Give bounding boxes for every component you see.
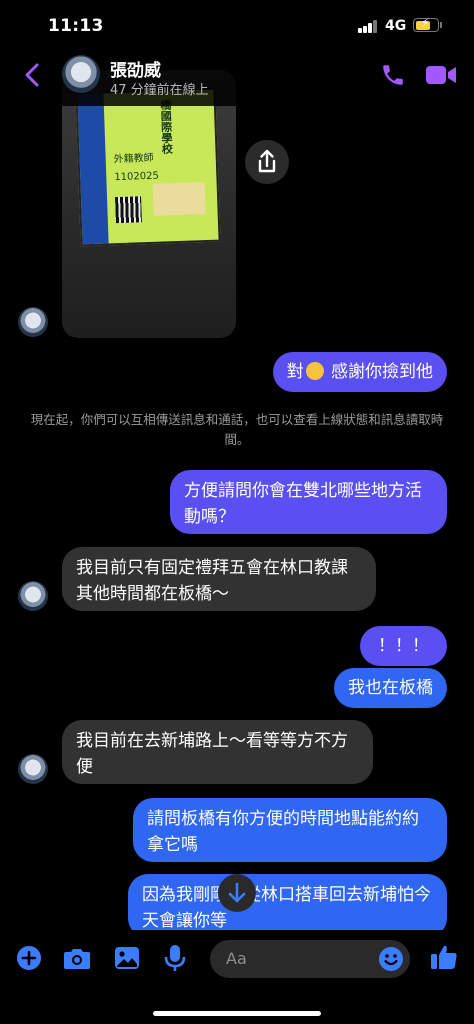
pleading-face-icon [305, 362, 324, 380]
card-text-1: 外籍教師 [113, 152, 154, 166]
share-button[interactable] [245, 140, 289, 184]
presence-status: 47 分鐘前在線上 [110, 83, 209, 98]
message-text: 感謝你撿到他 [325, 362, 433, 382]
message-text: 我也在板橋 [348, 678, 433, 698]
incoming-message[interactable]: 我目前只有固定禮拜五會在林口教課 其他時間都在板橋～ [62, 547, 376, 611]
contact-avatar[interactable] [18, 581, 48, 611]
contact-name[interactable]: 張劭威 [110, 56, 161, 81]
video-camera-icon [426, 66, 456, 84]
outgoing-message[interactable]: 因為我剛剛也從林口搭車回去新埔怕今天會讓你等 [128, 874, 447, 938]
outgoing-message[interactable]: 方便請問你會在雙北哪些地方活動嗎？ [170, 470, 447, 534]
message-text: 請問板橋有你方便的時間地點能約約拿它嗎 [147, 809, 419, 855]
voice-call-button[interactable] [380, 62, 406, 88]
composer-bar: Aa [0, 930, 474, 1024]
id-card-image: 外籍教師 橋國際學校 1102025 [75, 87, 221, 247]
card-portrait [152, 182, 206, 216]
message-text: 我目前在去新埔路上～看等等方不方便 [76, 731, 348, 777]
outgoing-message[interactable]: 我也在板橋 [334, 668, 447, 708]
battery-icon: ⚡ [413, 16, 439, 32]
contact-avatar[interactable] [18, 307, 48, 337]
message-text: ！！！ [378, 636, 429, 656]
photo-gallery-icon[interactable] [114, 946, 140, 970]
home-indicator [153, 1011, 321, 1016]
outgoing-message[interactable]: 請問板橋有你方便的時間地點能約約拿它嗎 [133, 798, 447, 862]
message-input[interactable]: Aa [210, 940, 410, 978]
microphone-icon[interactable] [164, 944, 186, 972]
message-text: 我目前只有固定禮拜五會在林口教課 其他時間都在板橋～ [76, 558, 348, 604]
connection-notice: 現在起，你們可以互相傳送訊息和通話，也可以查看上線狀態和訊息讀取時間。 [30, 412, 444, 447]
video-call-button[interactable] [425, 63, 457, 87]
outgoing-message[interactable]: 對 感謝你撿到他 [272, 352, 447, 392]
arrow-down-icon [228, 882, 246, 903]
photo-message[interactable]: 外籍教師 橋國際學校 1102025 [62, 70, 236, 338]
thumbs-up-icon[interactable] [430, 943, 458, 971]
emoji-icon[interactable] [378, 946, 404, 972]
qr-code [115, 196, 142, 224]
back-button[interactable] [22, 62, 44, 88]
message-text: 方便請問你會在雙北哪些地方活動嗎？ [184, 481, 422, 527]
message-text: 因為我剛剛也從林口搭車回去新埔怕今天會讓你等 [142, 885, 431, 931]
share-icon [258, 149, 276, 173]
message-text: 對 [286, 362, 304, 382]
network-label: 4G [385, 18, 407, 34]
chat-header: 張劭威 47 分鐘前在線上 [0, 46, 474, 106]
header-avatar[interactable] [62, 55, 100, 93]
scroll-to-bottom-button[interactable] [218, 874, 256, 912]
message-input-placeholder: Aa [226, 949, 247, 968]
plus-circle-icon[interactable] [16, 945, 42, 971]
phone-icon [383, 65, 403, 85]
camera-icon[interactable] [63, 946, 91, 970]
battery-cap [440, 22, 442, 28]
card-text-2: 橋國際學校 [158, 99, 174, 155]
status-time: 11:13 [48, 16, 104, 36]
incoming-message[interactable]: 我目前在去新埔路上～看等等方不方便 [62, 720, 373, 784]
outgoing-message[interactable]: ！！！ [360, 626, 447, 666]
signal-icon [358, 20, 378, 33]
chevron-left-icon [25, 63, 39, 87]
contact-avatar[interactable] [18, 754, 48, 784]
